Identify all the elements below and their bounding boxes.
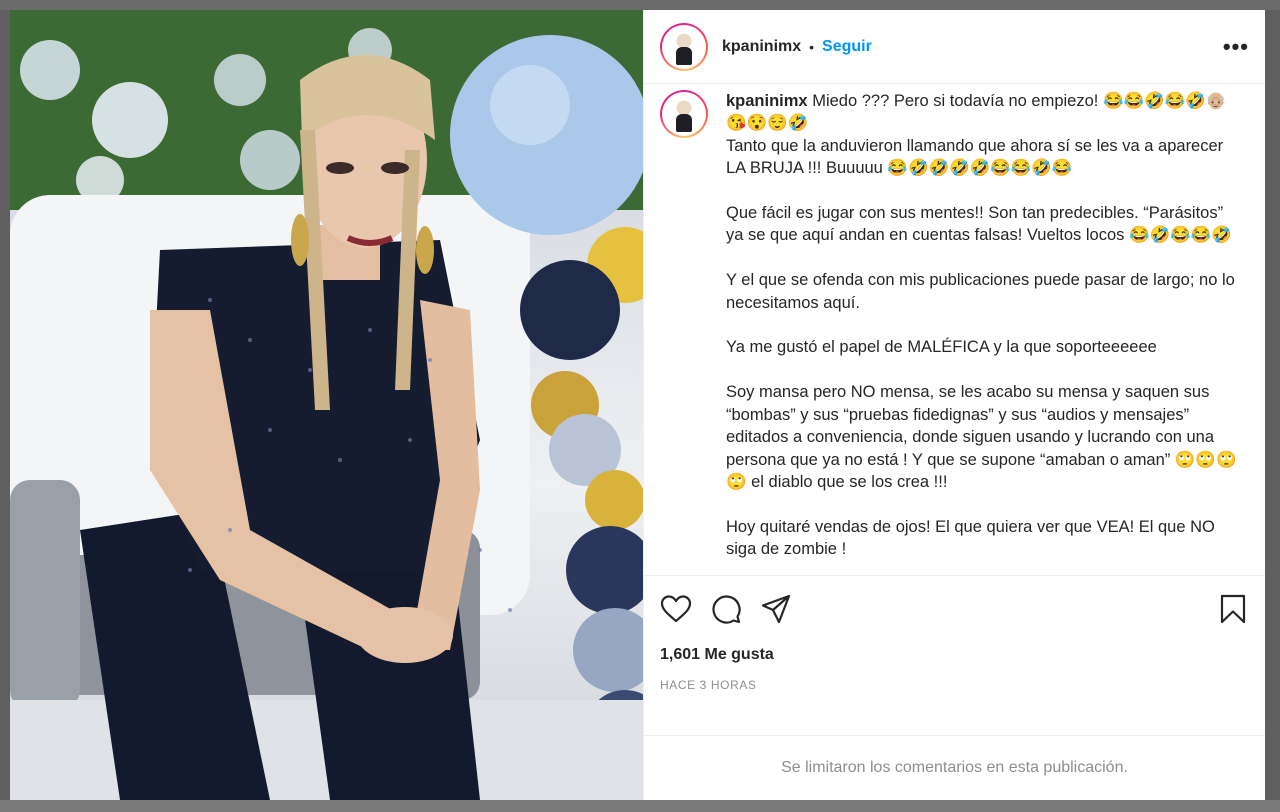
likes-count[interactable]: 1,601 Me gusta — [660, 646, 1249, 664]
bookmark-icon[interactable] — [1217, 593, 1249, 625]
follow-button[interactable]: Seguir — [822, 38, 872, 56]
caption-avatar[interactable] — [660, 90, 708, 138]
header-separator: • — [809, 38, 815, 55]
avatar-image — [664, 26, 704, 67]
caption-text: Miedo ??? Pero si todavía no empiezo! 😂😂… — [726, 92, 1237, 559]
post-details-panel: kpaninimx • Seguir ••• kpaninimx Miedo ?… — [643, 10, 1265, 800]
send-icon[interactable] — [760, 593, 792, 625]
action-icons-row — [660, 576, 1249, 642]
post-photo[interactable] — [10, 10, 643, 800]
comments-area[interactable]: kpaninimx Miedo ??? Pero si todavía no e… — [644, 84, 1265, 575]
caption-avatar-image — [664, 94, 704, 134]
post-header: kpaninimx • Seguir ••• — [644, 10, 1265, 84]
page-backdrop-bottom — [0, 800, 1280, 812]
caption-text-block: kpaninimx Miedo ??? Pero si todavía no e… — [726, 90, 1241, 561]
header-username[interactable]: kpaninimx — [722, 38, 801, 56]
avatar[interactable] — [660, 22, 708, 71]
comments-disabled-notice: Se limitaron los comentarios en esta pub… — [644, 735, 1265, 800]
more-options-icon[interactable]: ••• — [1223, 34, 1249, 60]
post-photo-illustration — [10, 10, 643, 800]
heart-icon[interactable] — [660, 593, 692, 625]
caption-username[interactable]: kpaninimx — [726, 92, 808, 110]
post-actions: 1,601 Me gusta HACE 3 HORAS — [644, 575, 1265, 735]
caption: kpaninimx Miedo ??? Pero si todavía no e… — [660, 90, 1249, 561]
post-timestamp[interactable]: HACE 3 HORAS — [660, 678, 1249, 692]
comment-icon[interactable] — [710, 593, 742, 625]
post-modal: kpaninimx • Seguir ••• kpaninimx Miedo ?… — [10, 10, 1265, 800]
page-backdrop-top — [0, 0, 1280, 10]
